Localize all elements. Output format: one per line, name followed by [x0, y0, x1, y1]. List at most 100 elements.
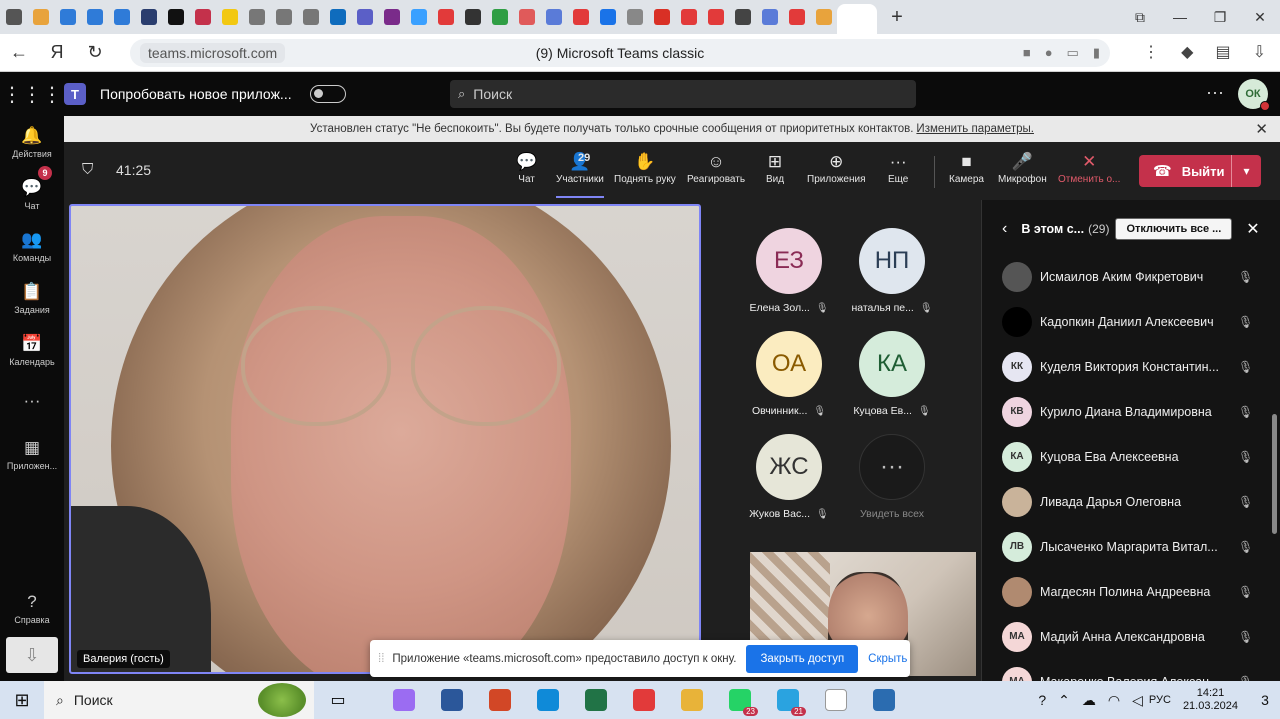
chevron-left-icon[interactable]: ‹: [1002, 220, 1007, 238]
participant-tile[interactable]: ЕЗ Елена Зол... 🎙: [739, 228, 839, 328]
browser-tab[interactable]: [297, 0, 324, 34]
browser-tab[interactable]: [432, 0, 459, 34]
try-new-teams-toggle[interactable]: [309, 85, 346, 103]
browser-tab[interactable]: [486, 0, 513, 34]
tab-search-icon[interactable]: ⧉: [1120, 9, 1160, 26]
maximize-icon[interactable]: ❐: [1200, 9, 1240, 26]
omnibox[interactable]: (9) Microsoft Teams classic teams.micros…: [130, 39, 1110, 67]
mic-toolbar-button[interactable]: 🎤 Микрофон: [998, 150, 1047, 196]
mic-off-icon[interactable]: 🎙: [1238, 405, 1253, 419]
people-toolbar-button[interactable]: 👤 29 Участники: [556, 150, 604, 198]
browser-tab[interactable]: [189, 0, 216, 34]
browser-tab[interactable]: [108, 0, 135, 34]
participant-row[interactable]: КВ Курило Диана Владимировна 🎙: [982, 389, 1272, 434]
see-all-tile[interactable]: ··· Увидеть всех: [842, 434, 942, 534]
drag-handle-icon[interactable]: ⁞⁞: [378, 653, 384, 665]
rail-item[interactable]: ▦ Приложен...: [0, 428, 64, 480]
browser-tab[interactable]: [729, 0, 756, 34]
main-video[interactable]: Валерия (гость): [69, 204, 701, 674]
mic-off-icon[interactable]: 🎙: [1238, 450, 1253, 464]
participant-row[interactable]: Исмаилов Аким Фикретович 🎙: [982, 254, 1272, 299]
browser-tab[interactable]: [702, 0, 729, 34]
mic-off-icon[interactable]: 🎙: [1238, 270, 1253, 284]
participant-row[interactable]: Магдесян Полина Андреевна 🎙: [982, 569, 1272, 614]
stop-sharing-button[interactable]: Закрыть доступ: [746, 644, 859, 673]
browser-tab[interactable]: [243, 0, 270, 34]
browser-tab[interactable]: [81, 0, 108, 34]
mic-off-icon[interactable]: 🎙: [1238, 315, 1253, 329]
browser-tab[interactable]: [324, 0, 351, 34]
chat-toolbar-button[interactable]: 💬 Чат: [516, 150, 537, 196]
extension-icon[interactable]: ◆: [1181, 42, 1193, 62]
mute-all-button[interactable]: Отключить все ...: [1115, 218, 1233, 240]
menu-icon[interactable]: ⋮: [1143, 42, 1159, 62]
close-window-icon[interactable]: ✕: [1240, 9, 1280, 26]
close-icon[interactable]: ✕: [1255, 120, 1268, 138]
participant-tile[interactable]: ОА Овчинник... 🎙: [739, 331, 839, 431]
browser-tab[interactable]: [594, 0, 621, 34]
leave-button[interactable]: ☎ Выйти ▾: [1139, 155, 1261, 187]
volume-icon[interactable]: ◁: [1132, 692, 1143, 709]
camera-permission-icon[interactable]: ■: [1023, 45, 1031, 61]
participant-row[interactable]: МАМакаренко Валерия Алексан...🎙: [982, 659, 1272, 681]
reload-icon[interactable]: ↻: [76, 42, 114, 63]
browser-tab[interactable]: [216, 0, 243, 34]
taskbar-app[interactable]: [524, 681, 572, 719]
participant-tile[interactable]: ЖС Жуков Вас... 🎙: [739, 434, 839, 534]
minimize-icon[interactable]: —: [1160, 9, 1200, 25]
apps-toolbar-button[interactable]: ⊕ Приложения: [807, 150, 866, 196]
browser-tab[interactable]: [567, 0, 594, 34]
onedrive-icon[interactable]: ☁: [1082, 692, 1096, 709]
rail-item[interactable]: ···: [0, 376, 64, 428]
notice-settings-link[interactable]: Изменить параметры.: [916, 123, 1034, 135]
mic-off-icon[interactable]: 🎙: [1238, 585, 1253, 599]
shield-icon[interactable]: ⛉: [82, 161, 93, 178]
rail-item[interactable]: 📅 Календарь: [0, 324, 64, 376]
browser-tab[interactable]: [135, 0, 162, 34]
taskbar-app[interactable]: [476, 681, 524, 719]
browser-tab[interactable]: [378, 0, 405, 34]
browser-tab[interactable]: [675, 0, 702, 34]
browser-tab[interactable]: [27, 0, 54, 34]
chevron-down-icon[interactable]: ▾: [1231, 155, 1261, 187]
browser-tab[interactable]: [513, 0, 540, 34]
browser-tab[interactable]: [756, 0, 783, 34]
chevron-up-icon[interactable]: ⌃: [1058, 692, 1070, 709]
browser-tab[interactable]: [783, 0, 810, 34]
react-toolbar-button[interactable]: ☺ Реагировать: [687, 150, 745, 196]
browser-tab[interactable]: [0, 0, 27, 34]
yandex-icon[interactable]: Я: [38, 42, 76, 63]
camera-toolbar-button[interactable]: ■ Камера: [949, 150, 984, 196]
mic-off-icon[interactable]: 🎙: [1238, 495, 1253, 509]
settings-more-icon[interactable]: ···: [1206, 82, 1224, 103]
downloads-icon[interactable]: ⇩: [1253, 42, 1266, 62]
more-toolbar-button[interactable]: ··· Еще: [888, 150, 908, 196]
close-icon[interactable]: ✕: [1246, 219, 1259, 239]
clock[interactable]: 14:21 21.03.2024: [1183, 687, 1238, 713]
bookmark-icon[interactable]: ▮: [1093, 45, 1100, 61]
browser-tab[interactable]: [648, 0, 675, 34]
participant-row[interactable]: МА Мадий Анна Александровна 🎙: [982, 614, 1272, 659]
hand-toolbar-button[interactable]: ✋ Поднять руку: [614, 150, 676, 196]
task-view-icon[interactable]: ▭: [314, 681, 362, 719]
windows-start-icon[interactable]: ⊞: [0, 690, 44, 711]
download-app-icon[interactable]: ⇩: [6, 637, 58, 673]
browser-tab[interactable]: [351, 0, 378, 34]
rail-item[interactable]: 📋 Задания: [0, 272, 64, 324]
profile-avatar[interactable]: ОК: [1238, 79, 1270, 111]
participant-row[interactable]: Кадопкин Даниил Алексеевич 🎙: [982, 299, 1272, 344]
network-icon[interactable]: ◠: [1108, 692, 1120, 709]
app-launcher-icon[interactable]: ⋮⋮⋮: [0, 82, 64, 107]
browser-tab[interactable]: [459, 0, 486, 34]
rail-item-help[interactable]: ? Справка: [0, 582, 64, 634]
browser-tab[interactable]: [621, 0, 648, 34]
screen-share-icon[interactable]: ▭: [1067, 45, 1079, 61]
browser-tab[interactable]: [162, 0, 189, 34]
taskbar-app[interactable]: [620, 681, 668, 719]
browser-tab[interactable]: [54, 0, 81, 34]
browser-tab[interactable]: [405, 0, 432, 34]
mic-permission-icon[interactable]: ●: [1045, 45, 1053, 61]
taskbar-app[interactable]: 21: [764, 681, 812, 719]
taskbar-app[interactable]: [380, 681, 428, 719]
participant-row[interactable]: КК Куделя Виктория Константин... 🎙: [982, 344, 1272, 389]
